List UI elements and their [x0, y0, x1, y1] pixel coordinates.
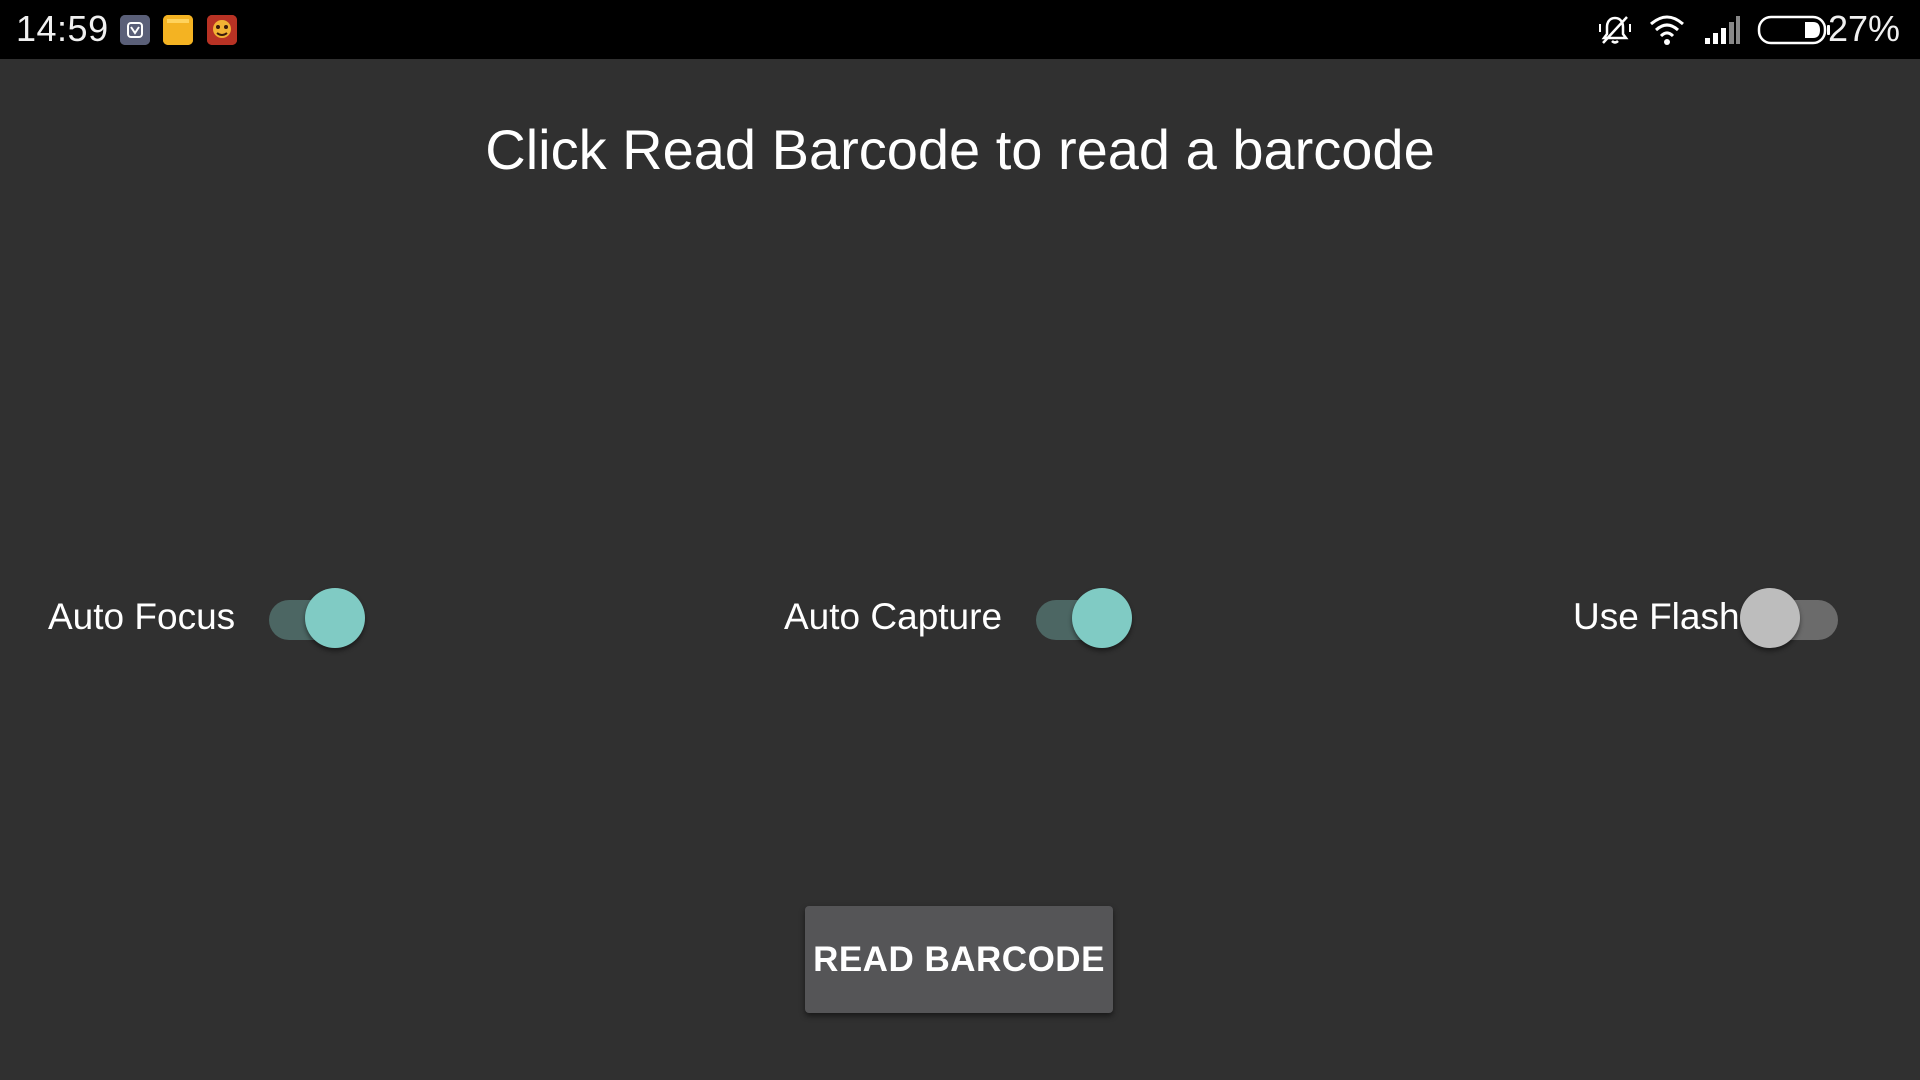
- vibrate-off-icon: [1597, 12, 1633, 53]
- switch-thumb: [1739, 588, 1800, 648]
- auto-capture-label: Auto Capture: [784, 596, 1003, 637]
- signal-icon: [1703, 12, 1741, 53]
- wifi-icon: [1648, 12, 1686, 53]
- status-time: 14:59: [16, 8, 109, 49]
- auto-capture-switch[interactable]: [1030, 580, 1134, 654]
- read-barcode-button[interactable]: READ BARCODE: [805, 906, 1113, 1013]
- notes-icon: [163, 15, 193, 45]
- switch-thumb: [1072, 588, 1133, 648]
- page-title: Click Read Barcode to read a barcode: [485, 118, 1435, 181]
- switch-thumb: [305, 588, 366, 648]
- status-bar: 14:59 27%: [0, 0, 1920, 59]
- auto-focus-switch[interactable]: [263, 580, 367, 654]
- use-flash-row: Use Flash: [1573, 580, 1844, 654]
- use-flash-switch[interactable]: [1739, 580, 1844, 654]
- battery-icon: [1757, 14, 1831, 51]
- auto-capture-row: Auto Capture: [784, 580, 1134, 654]
- use-flash-label: Use Flash: [1573, 596, 1740, 637]
- battery-percentage: 27%: [1827, 8, 1900, 49]
- app-screen: 14:59 27% Click Read Barcode to read a b…: [0, 0, 1920, 1080]
- game-icon: [207, 15, 237, 45]
- auto-focus-label: Auto Focus: [48, 596, 236, 637]
- auto-focus-row: Auto Focus: [48, 580, 367, 654]
- app-notification-icon: [120, 15, 150, 45]
